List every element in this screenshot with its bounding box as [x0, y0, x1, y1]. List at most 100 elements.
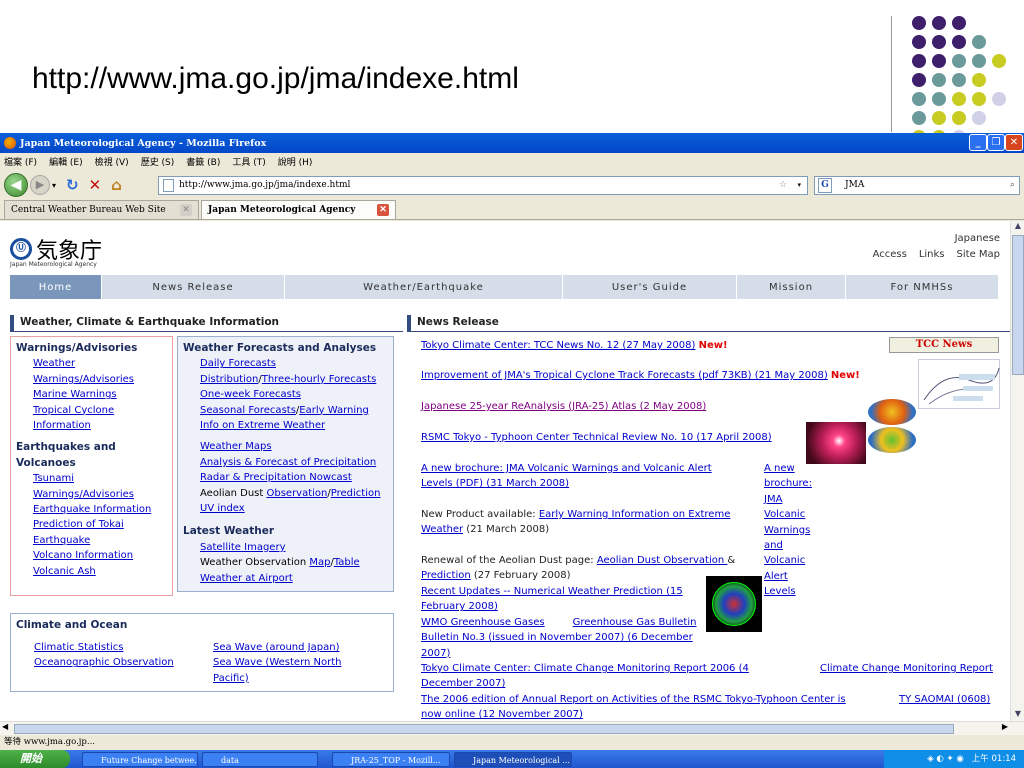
link-volcano-brochure-2[interactable]: Levels (PDF) (31 March 2008) — [421, 478, 569, 489]
tcc-news-banner[interactable]: TCC News — [889, 337, 999, 353]
link-rsmc-annual[interactable]: The 2006 edition of Annual Report on Act… — [421, 694, 846, 705]
link-obs-table[interactable]: Table — [334, 557, 360, 568]
link-sea-wave-wnp[interactable]: Sea Wave (Western North — [213, 657, 342, 668]
menu-item-3[interactable]: 歷史 (S) — [141, 155, 175, 168]
back-button[interactable]: ◀ — [4, 173, 28, 197]
link-tcc-news[interactable]: Tokyo Climate Center: TCC News No. 12 (2… — [421, 340, 695, 351]
link-early-warning-extreme[interactable]: Early Warning Information on Extreme — [539, 509, 731, 520]
link-early-warning-extreme-2[interactable]: Weather — [421, 524, 463, 535]
link-oceanographic[interactable]: Oceanographic Observation — [34, 657, 174, 668]
link-typhoon-track[interactable]: Improvement of JMA's Tropical Cyclone Tr… — [421, 370, 828, 381]
link-airport-weather[interactable]: Weather at Airport — [200, 573, 293, 584]
url-bar[interactable]: http://www.jma.go.jp/jma/indexe.html ☆ ▾ — [158, 176, 808, 195]
link-sea-wave-japan[interactable]: Sea Wave (around Japan) — [213, 642, 339, 653]
link-weather[interactable]: Weather — [33, 358, 75, 369]
nav-weather-earthquake[interactable]: Weather/Earthquake — [285, 275, 563, 299]
link-tropical-cyclone-info[interactable]: Information — [33, 420, 91, 431]
link-rsmc-review[interactable]: RSMC Tokyo - Typhoon Center Technical Re… — [421, 432, 772, 443]
link-volcano-information[interactable]: Volcano Information — [33, 550, 133, 561]
nav-news-release[interactable]: News Release — [102, 275, 285, 299]
link-aeolian-prediction[interactable]: Prediction — [331, 488, 381, 499]
link-obs-map[interactable]: Map — [309, 557, 330, 568]
close-button[interactable]: ✕ — [1005, 134, 1023, 151]
link-prediction-tokai[interactable]: Prediction of Tokai — [33, 519, 124, 530]
link-prediction-tokai-earthquake[interactable]: Earthquake — [33, 535, 90, 546]
link-radar-nowcast[interactable]: Radar & Precipitation Nowcast — [200, 472, 352, 483]
typhoon-satellite-image[interactable] — [806, 422, 866, 464]
link-aeolian-dust-obs[interactable]: Aeolian Dust Observation — [597, 555, 728, 566]
menu-item-6[interactable]: 說明 (H) — [278, 155, 313, 168]
access-link[interactable]: Access — [873, 249, 907, 260]
scroll-left-icon[interactable]: ◀ — [2, 722, 8, 731]
scroll-down-icon[interactable]: ▼ — [1012, 709, 1024, 721]
menu-item-1[interactable]: 編輯 (E) — [49, 155, 83, 168]
reanalysis-map-image-2[interactable] — [868, 427, 916, 453]
link-satellite[interactable]: Satellite Imagery — [200, 542, 285, 553]
task-jra25[interactable]: JRA-25_TOP - Mozill... — [332, 751, 450, 767]
nwp-globe-image[interactable] — [706, 576, 762, 632]
tab-close-icon[interactable]: ✕ — [180, 204, 192, 216]
link-early-warning[interactable]: Early Warning — [299, 405, 369, 416]
tray-icons[interactable]: ◈ ◐ ✦ ◉ — [927, 754, 964, 764]
nav-home[interactable]: Home — [10, 275, 102, 299]
link-brochure-side[interactable]: A new brochure: JMA Volcanic Warnings and Volc… — [764, 463, 812, 597]
nav-mission[interactable]: Mission — [737, 275, 846, 299]
restore-button[interactable]: ❐ — [987, 134, 1005, 151]
hscroll-thumb[interactable] — [14, 724, 954, 734]
link-ghg-bulletin-3[interactable]: 2007) — [421, 648, 450, 659]
link-nwp-updates[interactable]: Recent Updates -- Numerical Weather Pred… — [421, 586, 683, 597]
link-climate-report-side[interactable]: Climate Change Monitoring Report — [820, 663, 993, 674]
link-earthquake-information[interactable]: Earthquake Information — [33, 504, 151, 515]
task-future-change[interactable]: Future Change betwee... — [82, 751, 198, 767]
link-climate-monitoring-2[interactable]: December 2007) — [421, 678, 505, 689]
scroll-right-icon[interactable]: ▶ — [1002, 722, 1008, 731]
links-link[interactable]: Links — [919, 249, 945, 260]
link-daily-forecasts[interactable]: Daily Forecasts — [200, 358, 276, 369]
link-weather-maps[interactable]: Weather Maps — [200, 441, 272, 452]
link-extreme-weather[interactable]: Info on Extreme Weather — [200, 420, 325, 431]
link-ghg-bulletin-2[interactable]: Bulletin No.3 (issued in November 2007) … — [421, 632, 693, 643]
scroll-thumb[interactable] — [1012, 235, 1024, 375]
search-bar[interactable]: G JMA ⌕ — [814, 176, 1020, 195]
link-tsunami-warnings[interactable]: Warnings/Advisories — [33, 489, 134, 500]
link-analysis-precip[interactable]: Analysis & Forecast of Precipitation — [200, 457, 376, 468]
menu-item-2[interactable]: 檢視 (V) — [95, 155, 129, 168]
link-ghg-bulletin[interactable]: Greenhouse Gas Bulletin — [573, 617, 697, 628]
scroll-up-icon[interactable]: ▲ — [1012, 221, 1024, 233]
url-dropdown-icon[interactable]: ▾ — [797, 177, 801, 194]
link-aeolian-observation[interactable]: Observation — [266, 488, 327, 499]
link-climate-monitoring[interactable]: Tokyo Climate Center: Climate Change Mon… — [421, 663, 749, 674]
link-seasonal[interactable]: Seasonal Forecasts — [200, 405, 296, 416]
tab-central-weather-bureau[interactable]: Central Weather Bureau Web Site ✕ — [4, 200, 199, 219]
link-aeolian-dust-pred[interactable]: Prediction — [421, 570, 471, 581]
link-tsunami[interactable]: Tsunami — [33, 473, 74, 484]
link-uv-index[interactable]: UV index — [200, 503, 245, 514]
minimize-button[interactable]: _ — [969, 134, 987, 151]
task-data[interactable]: data — [202, 751, 318, 767]
history-dropdown-icon[interactable]: ▾ — [52, 181, 56, 190]
reload-icon[interactable]: ↻ — [66, 176, 79, 194]
bookmark-star-icon[interactable]: ☆ — [779, 177, 787, 194]
link-one-week[interactable]: One-week Forecasts — [200, 389, 301, 400]
typhoon-track-image[interactable] — [918, 359, 1000, 409]
nav-for-nmhss[interactable]: For NMHSs — [846, 275, 998, 299]
reanalysis-map-image-1[interactable] — [868, 399, 916, 425]
search-icon[interactable]: ⌕ — [1010, 177, 1015, 194]
tab-close-icon[interactable]: ✕ — [377, 204, 389, 216]
stop-icon[interactable]: ✕ — [89, 176, 102, 194]
forward-button[interactable]: ▶ — [30, 175, 50, 195]
task-jma[interactable]: Japan Meteorological ... — [454, 751, 572, 767]
horizontal-scrollbar[interactable]: ◀ ▶ — [0, 721, 1024, 735]
vertical-scrollbar[interactable]: ▲ ▼ — [1010, 221, 1024, 721]
link-ty-saomai[interactable]: TY SAOMAI (0608) — [899, 694, 990, 705]
menu-item-0[interactable]: 檔案 (F) — [4, 155, 37, 168]
nav-users-guide[interactable]: User's Guide — [563, 275, 737, 299]
link-volcano-brochure[interactable]: A new brochure: JMA Volcanic Warnings an… — [421, 463, 712, 474]
search-input[interactable]: JMA — [845, 180, 864, 190]
japanese-link[interactable]: Japanese — [955, 233, 1000, 244]
tab-japan-meteorological-agency[interactable]: Japan Meteorological Agency ✕ — [201, 200, 396, 219]
link-three-hourly[interactable]: Three-hourly Forecasts — [262, 374, 377, 385]
link-climatic-statistics[interactable]: Climatic Statistics — [34, 642, 124, 653]
search-engine-icon[interactable]: G — [818, 178, 832, 193]
link-warnings-advisories[interactable]: Warnings/Advisories — [33, 374, 134, 385]
